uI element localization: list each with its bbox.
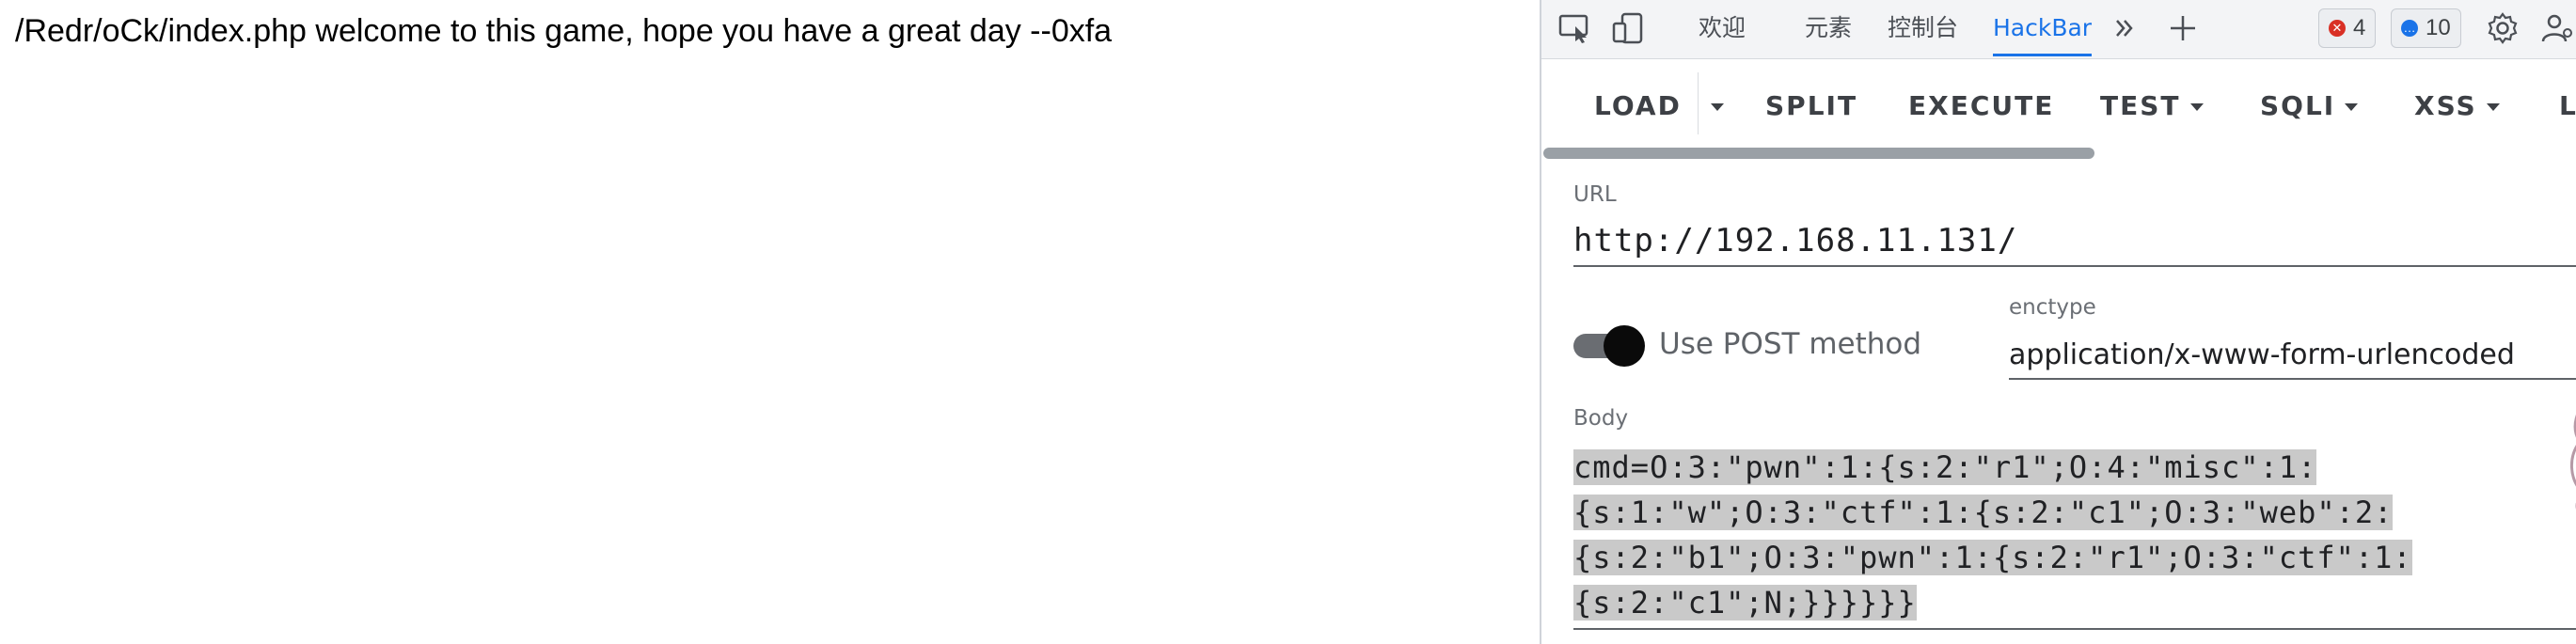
- profile-icon[interactable]: [2538, 9, 2576, 47]
- devtools-tab-bar: 欢迎 元素 控制台 HackBar ✕ 4 … 10: [1541, 0, 2576, 59]
- post-toggle-label: Use POST method: [1659, 327, 1922, 361]
- tab-welcome[interactable]: 欢迎: [1699, 0, 1746, 56]
- xss-menu-button[interactable]: XSS: [2414, 78, 2500, 134]
- chevron-down-icon: [2486, 103, 2500, 111]
- chevron-down-icon: [2189, 103, 2204, 111]
- enctype-underline: [2009, 378, 2576, 380]
- web-page-content: /Redr/oCk/index.php welcome to this game…: [0, 0, 1539, 644]
- page-message: /Redr/oCk/index.php welcome to this game…: [15, 13, 1113, 49]
- body-line: {s:2:"c1";N;}}}}}}: [1573, 585, 1917, 620]
- enctype-select[interactable]: application/x-www-form-urlencoded: [2009, 338, 2515, 371]
- tab-elements[interactable]: 元素: [1805, 0, 1852, 56]
- message-count: 10: [2426, 15, 2451, 40]
- post-toggle-switch[interactable]: [1604, 325, 1645, 367]
- sqli-menu-label: SQLI: [2260, 90, 2336, 121]
- sqli-menu-button[interactable]: SQLI: [2260, 78, 2359, 134]
- split-button[interactable]: SPLIT: [1765, 78, 1857, 134]
- url-underline: [1573, 265, 2576, 267]
- devtools-panel: 欢迎 元素 控制台 HackBar ✕ 4 … 10 LOAD SPLIT EX…: [1540, 0, 2576, 644]
- error-count: 4: [2353, 15, 2366, 40]
- load-button[interactable]: LOAD: [1594, 78, 1682, 134]
- enctype-label: enctype: [2009, 295, 2096, 320]
- xss-menu-label: XSS: [2414, 90, 2477, 121]
- url-label: URL: [1573, 182, 1617, 207]
- body-label: Body: [1573, 406, 1629, 431]
- more-tabs-icon[interactable]: [2106, 9, 2143, 47]
- message-icon: …: [2401, 20, 2418, 37]
- load-divider: [1698, 72, 1699, 134]
- url-input[interactable]: http://192.168.11.131/: [1573, 222, 2017, 259]
- hackbar-toolbar: LOAD SPLIT EXECUTE TEST SQLI XSS L: [1541, 59, 2576, 149]
- body-line: {s:2:"b1";O:3:"pwn":1:{s:2:"r1";O:3:"ctf…: [1573, 540, 2412, 575]
- body-line: {s:1:"w";O:3:"ctf":1:{s:2:"c1";O:3:"web"…: [1573, 495, 2394, 530]
- error-count-badge[interactable]: ✕ 4: [2318, 8, 2377, 48]
- settings-icon[interactable]: [2484, 9, 2521, 47]
- test-menu-label: TEST: [2100, 90, 2181, 121]
- load-dropdown-button[interactable]: [1701, 78, 1724, 134]
- error-icon: ✕: [2329, 20, 2346, 37]
- body-underline: [1573, 628, 2576, 630]
- inspect-icon[interactable]: [1557, 9, 1594, 47]
- more-menu-button[interactable]: L: [2559, 78, 2576, 134]
- chevron-down-icon: [1711, 103, 1724, 111]
- chevron-down-icon: [2345, 103, 2359, 111]
- device-toggle-icon[interactable]: [1609, 9, 1647, 47]
- mascot-decoration-icon: [2569, 415, 2576, 510]
- toolbar-scrollbar[interactable]: [1543, 148, 2094, 159]
- body-line: cmd=O:3:"pwn":1:{s:2:"r1";O:4:"misc":1:: [1573, 449, 2317, 485]
- add-tab-icon[interactable]: [2164, 9, 2202, 47]
- tab-hackbar[interactable]: HackBar: [1993, 0, 2093, 56]
- message-count-badge[interactable]: … 10: [2391, 8, 2461, 48]
- test-menu-button[interactable]: TEST: [2100, 78, 2204, 134]
- execute-button[interactable]: EXECUTE: [1908, 78, 2054, 134]
- body-textarea[interactable]: cmd=O:3:"pwn":1:{s:2:"r1";O:4:"misc":1: …: [1573, 445, 2412, 625]
- tab-console[interactable]: 控制台: [1888, 0, 1958, 56]
